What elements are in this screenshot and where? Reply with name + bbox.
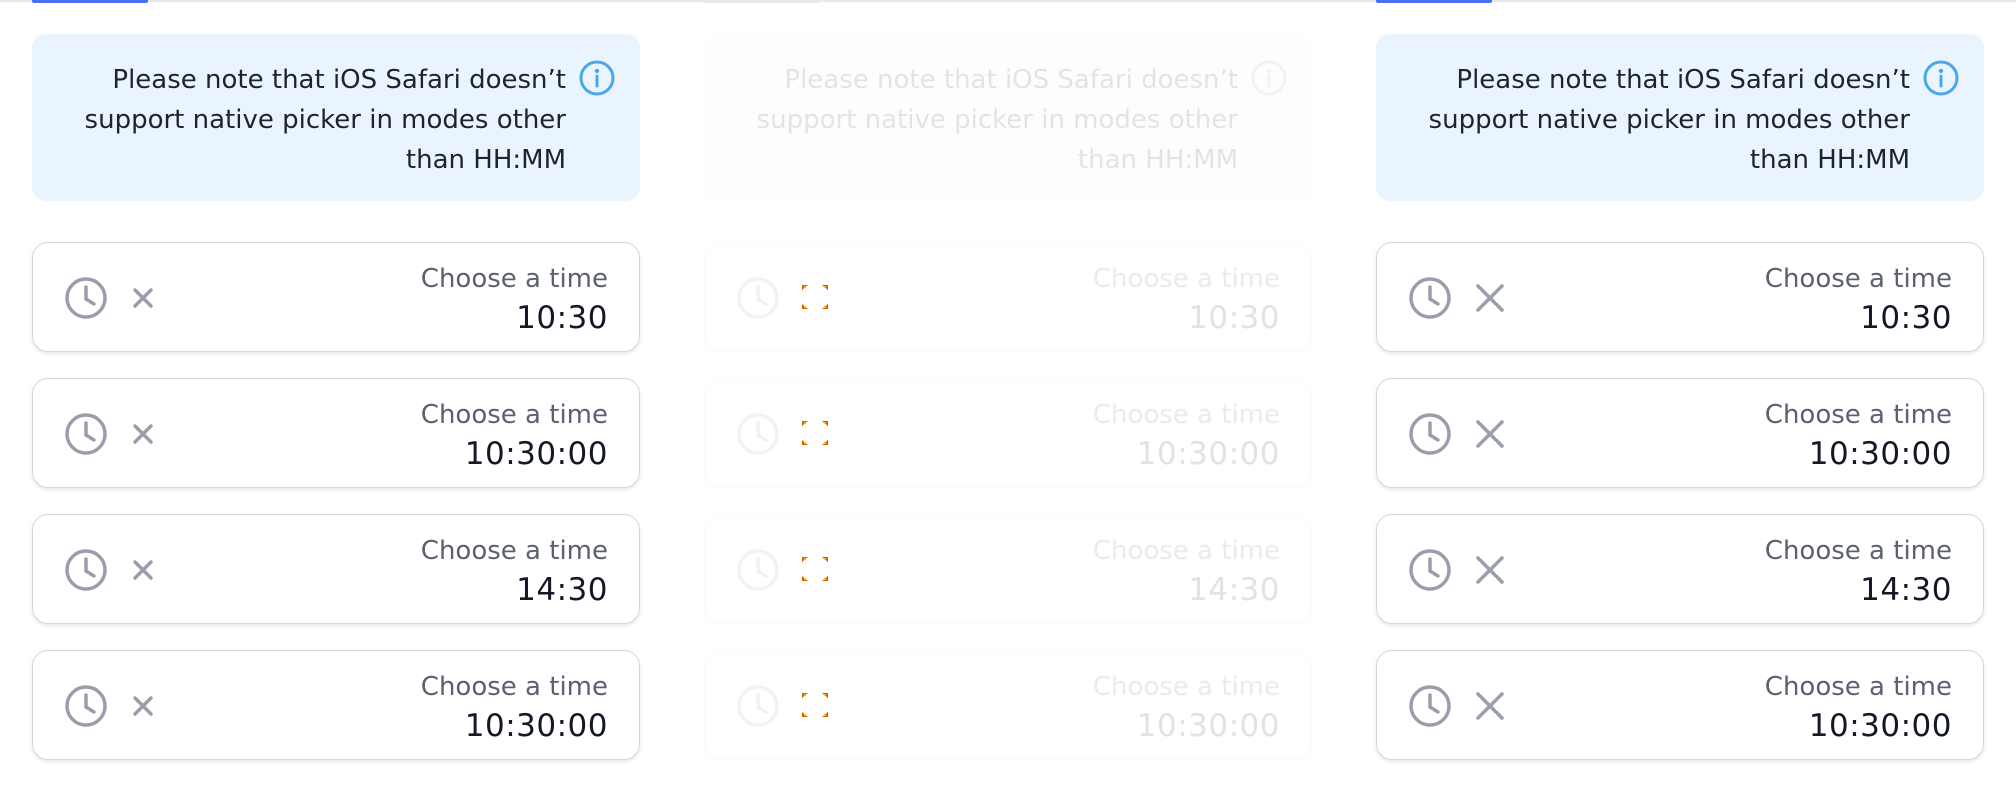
field-value[interactable]: 10:30:00 bbox=[1809, 707, 1952, 745]
field-value[interactable]: 10:30:00 bbox=[1809, 435, 1952, 473]
note-line: Please note that iOS Safari doesn’t bbox=[784, 65, 1238, 95]
clock-icon bbox=[1409, 549, 1451, 591]
time-field-disabled: Choose a time 10:30:00 bbox=[704, 650, 1312, 760]
time-field-hhmmss[interactable]: Choose a time 10:30:00 bbox=[32, 378, 640, 488]
field-label: Choose a time bbox=[1092, 672, 1280, 702]
time-field-disabled: Choose a time 10:30 bbox=[704, 242, 1312, 352]
field-label: Choose a time bbox=[1764, 264, 1952, 294]
field-value[interactable]: 14:30 bbox=[516, 571, 608, 609]
ios-safari-note: Please note that iOS Safari doesn’t supp… bbox=[704, 34, 1312, 201]
note-line: support native picker in modes other bbox=[84, 105, 566, 135]
info-icon bbox=[1923, 60, 1959, 96]
corner-marks-icon bbox=[802, 693, 828, 717]
note-line: than HH:MM bbox=[405, 145, 566, 175]
clock-icon bbox=[737, 277, 779, 319]
time-field-hhmm[interactable]: Choose a time 10:30 bbox=[1376, 242, 1984, 352]
field-value: 10:30:00 bbox=[1136, 708, 1280, 744]
clear-icon[interactable] bbox=[1473, 417, 1507, 451]
field-value[interactable]: 14:30 bbox=[1860, 571, 1952, 609]
active-tab-indicator bbox=[1376, 0, 1492, 3]
time-field-hhmm[interactable]: Choose a time 10:30 bbox=[32, 242, 640, 352]
field-label: Choose a time bbox=[1092, 264, 1280, 294]
field-label: Choose a time bbox=[1764, 536, 1952, 566]
time-field-hhmm[interactable]: Choose a time 14:30 bbox=[1376, 514, 1984, 624]
time-field-hhmmss[interactable]: Choose a time 10:30:00 bbox=[32, 650, 640, 760]
field-label: Choose a time bbox=[1092, 536, 1280, 566]
clear-icon[interactable] bbox=[1473, 281, 1507, 315]
field-value[interactable]: 10:30 bbox=[1860, 299, 1952, 337]
ios-safari-note: Please note that iOS Safari doesn’t supp… bbox=[1376, 34, 1984, 201]
clear-icon[interactable] bbox=[129, 420, 157, 448]
note-line: support native picker in modes other bbox=[1428, 105, 1910, 135]
field-value: 10:30:00 bbox=[1136, 436, 1280, 472]
corner-marks-icon bbox=[802, 285, 828, 309]
panel-large-clear: Please note that iOS Safari doesn’t supp… bbox=[1344, 0, 2016, 794]
clock-icon bbox=[1409, 277, 1451, 319]
clock-icon bbox=[65, 685, 107, 727]
field-label: Choose a time bbox=[1764, 400, 1952, 430]
clock-icon bbox=[1409, 685, 1451, 727]
clock-icon bbox=[737, 413, 779, 455]
time-field-hhmmss[interactable]: Choose a time 10:30:00 bbox=[1376, 378, 1984, 488]
time-field-disabled: Choose a time 10:30:00 bbox=[704, 378, 1312, 488]
info-icon bbox=[579, 60, 615, 96]
clock-icon bbox=[65, 549, 107, 591]
note-text: Please note that iOS Safari doesn’t supp… bbox=[738, 60, 1238, 180]
time-field-hhmm[interactable]: Choose a time 14:30 bbox=[32, 514, 640, 624]
clock-icon bbox=[737, 549, 779, 591]
field-value: 10:30 bbox=[1188, 300, 1280, 336]
note-line: than HH:MM bbox=[1749, 145, 1910, 175]
ios-safari-note: Please note that iOS Safari doesn’t supp… bbox=[32, 34, 640, 201]
info-icon bbox=[1251, 60, 1287, 96]
corner-marks-icon bbox=[802, 421, 828, 445]
field-label: Choose a time bbox=[420, 400, 608, 430]
corner-marks-icon bbox=[802, 557, 828, 581]
field-label: Choose a time bbox=[420, 672, 608, 702]
clear-icon[interactable] bbox=[129, 692, 157, 720]
field-value[interactable]: 10:30:00 bbox=[465, 707, 608, 745]
note-text: Please note that iOS Safari doesn’t supp… bbox=[66, 60, 566, 180]
field-value: 14:30 bbox=[1188, 572, 1280, 608]
field-label: Choose a time bbox=[420, 264, 608, 294]
panel-disabled: Please note that iOS Safari doesn’t supp… bbox=[672, 0, 1344, 794]
active-tab-indicator bbox=[32, 0, 148, 3]
field-label: Choose a time bbox=[420, 536, 608, 566]
panel-default: Please note that iOS Safari doesn’t supp… bbox=[0, 0, 672, 794]
clear-icon[interactable] bbox=[1473, 689, 1507, 723]
time-field-hhmmss[interactable]: Choose a time 10:30:00 bbox=[1376, 650, 1984, 760]
clock-icon bbox=[65, 413, 107, 455]
note-line: support native picker in modes other bbox=[756, 105, 1238, 135]
field-label: Choose a time bbox=[1092, 400, 1280, 430]
note-line: than HH:MM bbox=[1077, 145, 1238, 175]
time-field-disabled: Choose a time 14:30 bbox=[704, 514, 1312, 624]
clear-icon[interactable] bbox=[1473, 553, 1507, 587]
field-value[interactable]: 10:30:00 bbox=[465, 435, 608, 473]
note-line: Please note that iOS Safari doesn’t bbox=[112, 65, 566, 95]
clock-icon bbox=[737, 685, 779, 727]
tab-indicator bbox=[704, 0, 820, 3]
field-value[interactable]: 10:30 bbox=[516, 299, 608, 337]
note-line: Please note that iOS Safari doesn’t bbox=[1456, 65, 1910, 95]
clear-icon[interactable] bbox=[129, 556, 157, 584]
note-text: Please note that iOS Safari doesn’t supp… bbox=[1410, 60, 1910, 180]
time-picker-demo: Please note that iOS Safari doesn’t supp… bbox=[0, 0, 2016, 794]
clock-icon bbox=[65, 277, 107, 319]
clock-icon bbox=[1409, 413, 1451, 455]
clear-icon[interactable] bbox=[129, 284, 157, 312]
field-label: Choose a time bbox=[1764, 672, 1952, 702]
